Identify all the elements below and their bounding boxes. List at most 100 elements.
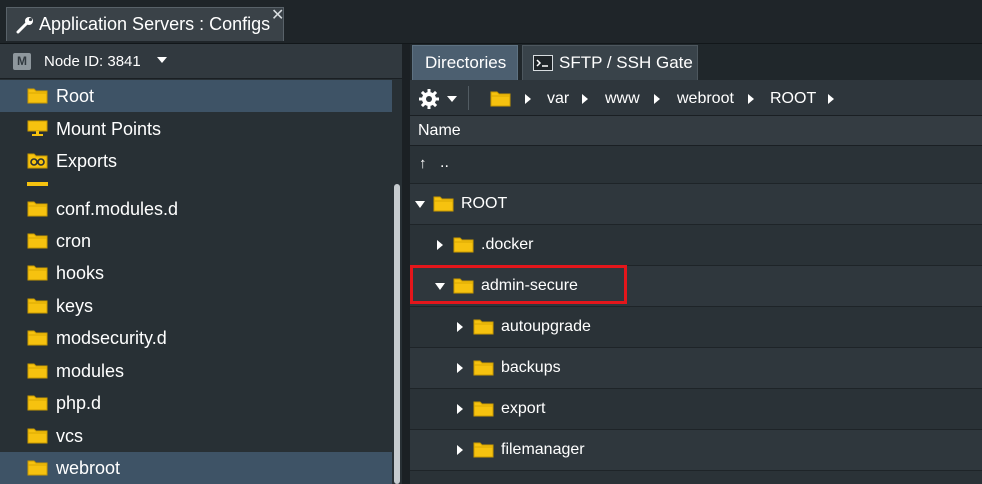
tab-sftp-ssh-gate[interactable]: SFTP / SSH Gate: [522, 45, 698, 80]
sidebar-item-label: hooks: [56, 263, 105, 283]
sidebar-item-hooks[interactable]: hooks: [0, 257, 392, 289]
sidebar-item-label: Mount Points: [56, 119, 162, 139]
folder-icon: [473, 441, 494, 458]
sidebar-item-root[interactable]: Root: [0, 80, 392, 112]
up-arrow-icon: ↑: [419, 155, 427, 172]
sidebar-item-label: modsecurity.d: [56, 328, 167, 348]
sidebar-item-keys[interactable]: keys: [0, 290, 392, 322]
sidebar-item-conf-modules-d[interactable]: conf.modules.d: [0, 193, 392, 225]
chevron-right-icon: [748, 94, 754, 104]
panel-splitter[interactable]: [402, 44, 410, 484]
table-row[interactable]: [410, 471, 982, 484]
clipped-folder-icon: [27, 182, 48, 186]
folder-icon: [27, 427, 48, 444]
toolbar-divider: [468, 86, 469, 110]
highlight-annotation: [410, 265, 627, 304]
sidebar-item-mount-points[interactable]: Mount Points: [0, 113, 392, 145]
tab-directories[interactable]: Directories: [412, 45, 518, 80]
chevron-down-icon[interactable]: [447, 96, 457, 102]
tab-label: SFTP / SSH Gate: [559, 53, 693, 72]
folder-icon: [27, 329, 48, 346]
close-icon[interactable]: ✕: [271, 8, 284, 24]
node-selector[interactable]: M Node ID: 3841: [0, 44, 402, 79]
chevron-right-icon[interactable]: [457, 363, 463, 373]
wrench-icon: [16, 17, 33, 34]
gear-icon[interactable]: [418, 88, 440, 110]
chevron-right-icon: [582, 94, 588, 104]
chevron-right-icon[interactable]: [457, 322, 463, 332]
sidebar-item-label: modules: [56, 361, 125, 381]
folder-icon: [473, 318, 494, 335]
mount-points-icon: [27, 120, 48, 136]
folder-icon: [27, 200, 48, 217]
column-header-name[interactable]: Name: [418, 122, 461, 140]
app-tab[interactable]: Application Servers : Configs ✕: [6, 7, 284, 41]
folder-icon: [27, 232, 48, 249]
sidebar-item-label: webroot: [56, 458, 121, 478]
sidebar-item-label: Exports: [56, 151, 118, 171]
grid-header: Name: [410, 116, 982, 146]
sidebar-item-label: vcs: [56, 426, 83, 446]
table-row[interactable]: ROOT: [410, 184, 982, 225]
table-row[interactable]: backups: [410, 348, 982, 389]
folder-icon: [27, 394, 48, 411]
left-panel: M Node ID: 3841 Root Mount Points Export…: [0, 44, 402, 484]
chevron-right-icon[interactable]: [457, 404, 463, 414]
chevron-right-icon[interactable]: [457, 445, 463, 455]
app-tab-title: Application Servers : Configs: [39, 14, 271, 34]
sidebar-item-vcs[interactable]: vcs: [0, 420, 392, 452]
sidebar-item-cron[interactable]: cron: [0, 225, 392, 257]
sidebar-item-modsecurity-d[interactable]: modsecurity.d: [0, 322, 392, 354]
chevron-right-icon[interactable]: [437, 240, 443, 250]
top-tab-bar: Application Servers : Configs ✕: [0, 0, 982, 44]
parent-directory-label: ..: [440, 154, 449, 171]
tab-label: Directories: [425, 53, 507, 72]
terminal-icon: [533, 55, 553, 71]
parent-directory-row[interactable]: ↑ ..: [410, 146, 982, 184]
folder-icon: [433, 195, 454, 212]
table-row[interactable]: filemanager: [410, 430, 982, 471]
folder-icon: [27, 362, 48, 379]
exports-icon: [27, 153, 48, 169]
folder-icon: [27, 459, 48, 476]
sidebar-item-webroot[interactable]: webroot: [0, 452, 392, 484]
breadcrumb-var[interactable]: var: [547, 90, 569, 108]
sidebar-item-label: php.d: [56, 393, 102, 413]
row-label: autoupgrade: [501, 318, 591, 335]
breadcrumb-root[interactable]: ROOT: [770, 90, 816, 108]
folder-icon: [27, 87, 48, 104]
sidebar-item-label: keys: [56, 296, 94, 316]
breadcrumb-www[interactable]: www: [605, 90, 640, 108]
table-row[interactable]: autoupgrade: [410, 307, 982, 348]
table-row[interactable]: .docker: [410, 225, 982, 266]
node-type-icon: M: [13, 53, 31, 70]
breadcrumb-webroot[interactable]: webroot: [677, 90, 734, 108]
folder-icon: [453, 236, 474, 253]
row-label: filemanager: [501, 441, 585, 458]
chevron-down-icon[interactable]: [415, 201, 425, 208]
sidebar-item-label: Root: [56, 86, 95, 106]
folder-icon[interactable]: [490, 90, 511, 107]
folder-icon: [27, 297, 48, 314]
right-panel: Directories SFTP / SSH Gate var www webr…: [410, 44, 982, 484]
folder-icon: [27, 264, 48, 281]
node-id-label: Node ID: 3841: [44, 53, 141, 70]
folder-icon: [473, 400, 494, 417]
chevron-down-icon[interactable]: [157, 57, 167, 63]
sidebar-item-label: cron: [56, 231, 92, 251]
path-toolbar: var www webroot ROOT: [410, 80, 982, 116]
table-row[interactable]: export: [410, 389, 982, 430]
row-label: export: [501, 400, 546, 417]
row-label: .docker: [481, 236, 534, 253]
row-label: backups: [501, 359, 561, 376]
sidebar-item-modules[interactable]: modules: [0, 355, 392, 387]
sidebar-item-php-d[interactable]: php.d: [0, 387, 392, 419]
folder-icon: [473, 359, 494, 376]
chevron-right-icon: [654, 94, 660, 104]
sidebar-scrollbar-thumb[interactable]: [394, 184, 400, 484]
chevron-right-icon: [525, 94, 531, 104]
sidebar-item-exports[interactable]: Exports: [0, 145, 392, 177]
tabs-row: Directories SFTP / SSH Gate: [410, 44, 982, 80]
sidebar-item-label: conf.modules.d: [56, 199, 179, 219]
chevron-right-icon: [828, 94, 834, 104]
